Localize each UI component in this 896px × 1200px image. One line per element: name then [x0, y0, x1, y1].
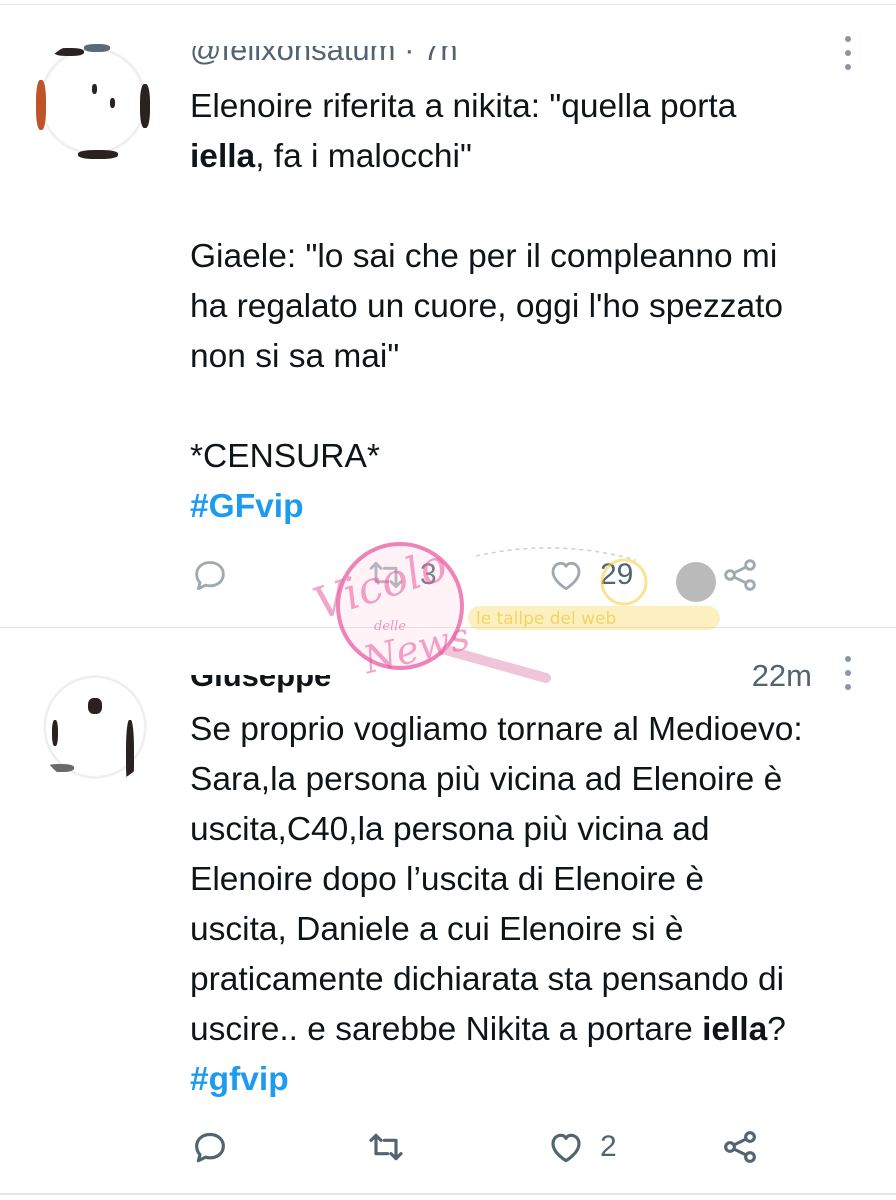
retweet-button[interactable]: 3	[366, 552, 437, 598]
retweet-count: 3	[420, 558, 437, 591]
text-line: #gfvip	[190, 1055, 870, 1105]
tweet-text: Elenoire riferita a nikita: "quella port…	[190, 82, 870, 532]
text-line: *CENSURA*	[190, 432, 870, 482]
like-icon	[551, 561, 581, 591]
text-segment: Se proprio vogliamo tornare al Medioevo:	[190, 711, 803, 748]
tweet-1[interactable]: @felixonsatum · 7h Elenoire riferita a n…	[0, 0, 896, 627]
text-line: Sara,la persona più vicina ad Elenoire è	[190, 755, 870, 805]
retweet-icon	[369, 1133, 403, 1161]
text-segment: ?	[767, 1011, 786, 1048]
like-icon	[551, 1133, 581, 1163]
retweet-icon	[369, 561, 403, 589]
share-icon	[724, 559, 756, 591]
reply-button[interactable]	[190, 1124, 244, 1170]
text-line: ha regalato un cuore, oggi l'ho spezzato	[190, 282, 870, 332]
reply-icon	[195, 1132, 225, 1163]
highlighted-term: iella	[702, 1011, 768, 1048]
text-line: Elenoire riferita a nikita: "quella port…	[190, 82, 870, 132]
text-segment: uscire.. e sarebbe Nikita a portare	[190, 1011, 703, 1048]
text-segment: Sara,la persona più vicina ad Elenoire è	[190, 761, 783, 798]
tweet-actions: 3 29	[190, 552, 810, 598]
text-line: uscita, Daniele a cui Elenoire si è	[190, 905, 870, 955]
retweet-button[interactable]	[366, 1124, 420, 1170]
text-segment: Elenoire dopo l’uscita di Elenoire è	[190, 861, 704, 898]
dot	[845, 36, 851, 42]
text-segment: uscita, Daniele a cui Elenoire si è	[190, 911, 684, 948]
dot	[845, 684, 851, 690]
share-button[interactable]	[720, 1124, 760, 1170]
text-line: Elenoire dopo l’uscita di Elenoire è	[190, 855, 870, 905]
avatar[interactable]	[32, 40, 154, 162]
more-options-icon[interactable]	[844, 36, 852, 70]
reply-icon	[195, 561, 225, 591]
dot	[845, 64, 851, 70]
text-line: praticamente dichiarata sta pensando di	[190, 955, 870, 1005]
tweet-header: @felixonsatum · 7h	[190, 32, 816, 72]
dot	[845, 670, 851, 676]
timestamp[interactable]: 22m	[752, 658, 812, 694]
like-button[interactable]: 2	[546, 1124, 617, 1170]
text-segment: non si sa mai"	[190, 338, 400, 375]
text-segment: Elenoire riferita a nikita: "quella port…	[190, 88, 737, 125]
tweet-text: Se proprio vogliamo tornare al Medioevo:…	[190, 705, 870, 1105]
text-line: Se proprio vogliamo tornare al Medioevo:	[190, 705, 870, 755]
dot	[845, 50, 851, 56]
reply-button[interactable]	[190, 552, 244, 598]
like-button[interactable]: 29	[546, 552, 633, 598]
cropped-area	[190, 658, 706, 675]
text-line: non si sa mai"	[190, 332, 870, 382]
text-line: uscita,C40,la persona più vicina ad	[190, 805, 870, 855]
dot	[845, 656, 851, 662]
cropped-area	[190, 32, 816, 46]
text-line: uscire.. e sarebbe Nikita a portare iell…	[190, 1005, 870, 1055]
highlighted-term: iella	[190, 138, 256, 175]
text-segment: Giaele: "lo sai che per il compleanno mi	[190, 238, 778, 275]
text-segment: *CENSURA*	[190, 438, 380, 475]
avatar[interactable]	[36, 668, 154, 786]
text-line: #GFvip	[190, 482, 870, 532]
like-count: 29	[600, 558, 634, 591]
share-button[interactable]	[720, 552, 760, 598]
bottom-border	[0, 1193, 896, 1195]
tweet-header: Giuseppe 22m	[190, 658, 816, 698]
share-icon	[724, 1131, 756, 1163]
text-line: Giaele: "lo sai che per il compleanno mi	[190, 232, 870, 282]
text-line: iella, fa i malocchi"	[190, 132, 870, 182]
tweet-actions: 2	[190, 1124, 810, 1170]
text-segment: , fa i malocchi"	[255, 138, 472, 175]
text-segment: ha regalato un cuore, oggi l'ho spezzato	[190, 288, 784, 325]
tweet-2[interactable]: Giuseppe 22m Se proprio vogliamo tornare…	[0, 628, 896, 1193]
like-count: 2	[600, 1130, 617, 1163]
hashtag-link[interactable]: #GFvip	[190, 488, 304, 525]
text-segment: uscita,C40,la persona più vicina ad	[190, 811, 710, 848]
text-segment: praticamente dichiarata sta pensando di	[190, 961, 785, 998]
hashtag-link[interactable]: #gfvip	[190, 1061, 289, 1098]
more-options-icon[interactable]	[844, 656, 852, 690]
